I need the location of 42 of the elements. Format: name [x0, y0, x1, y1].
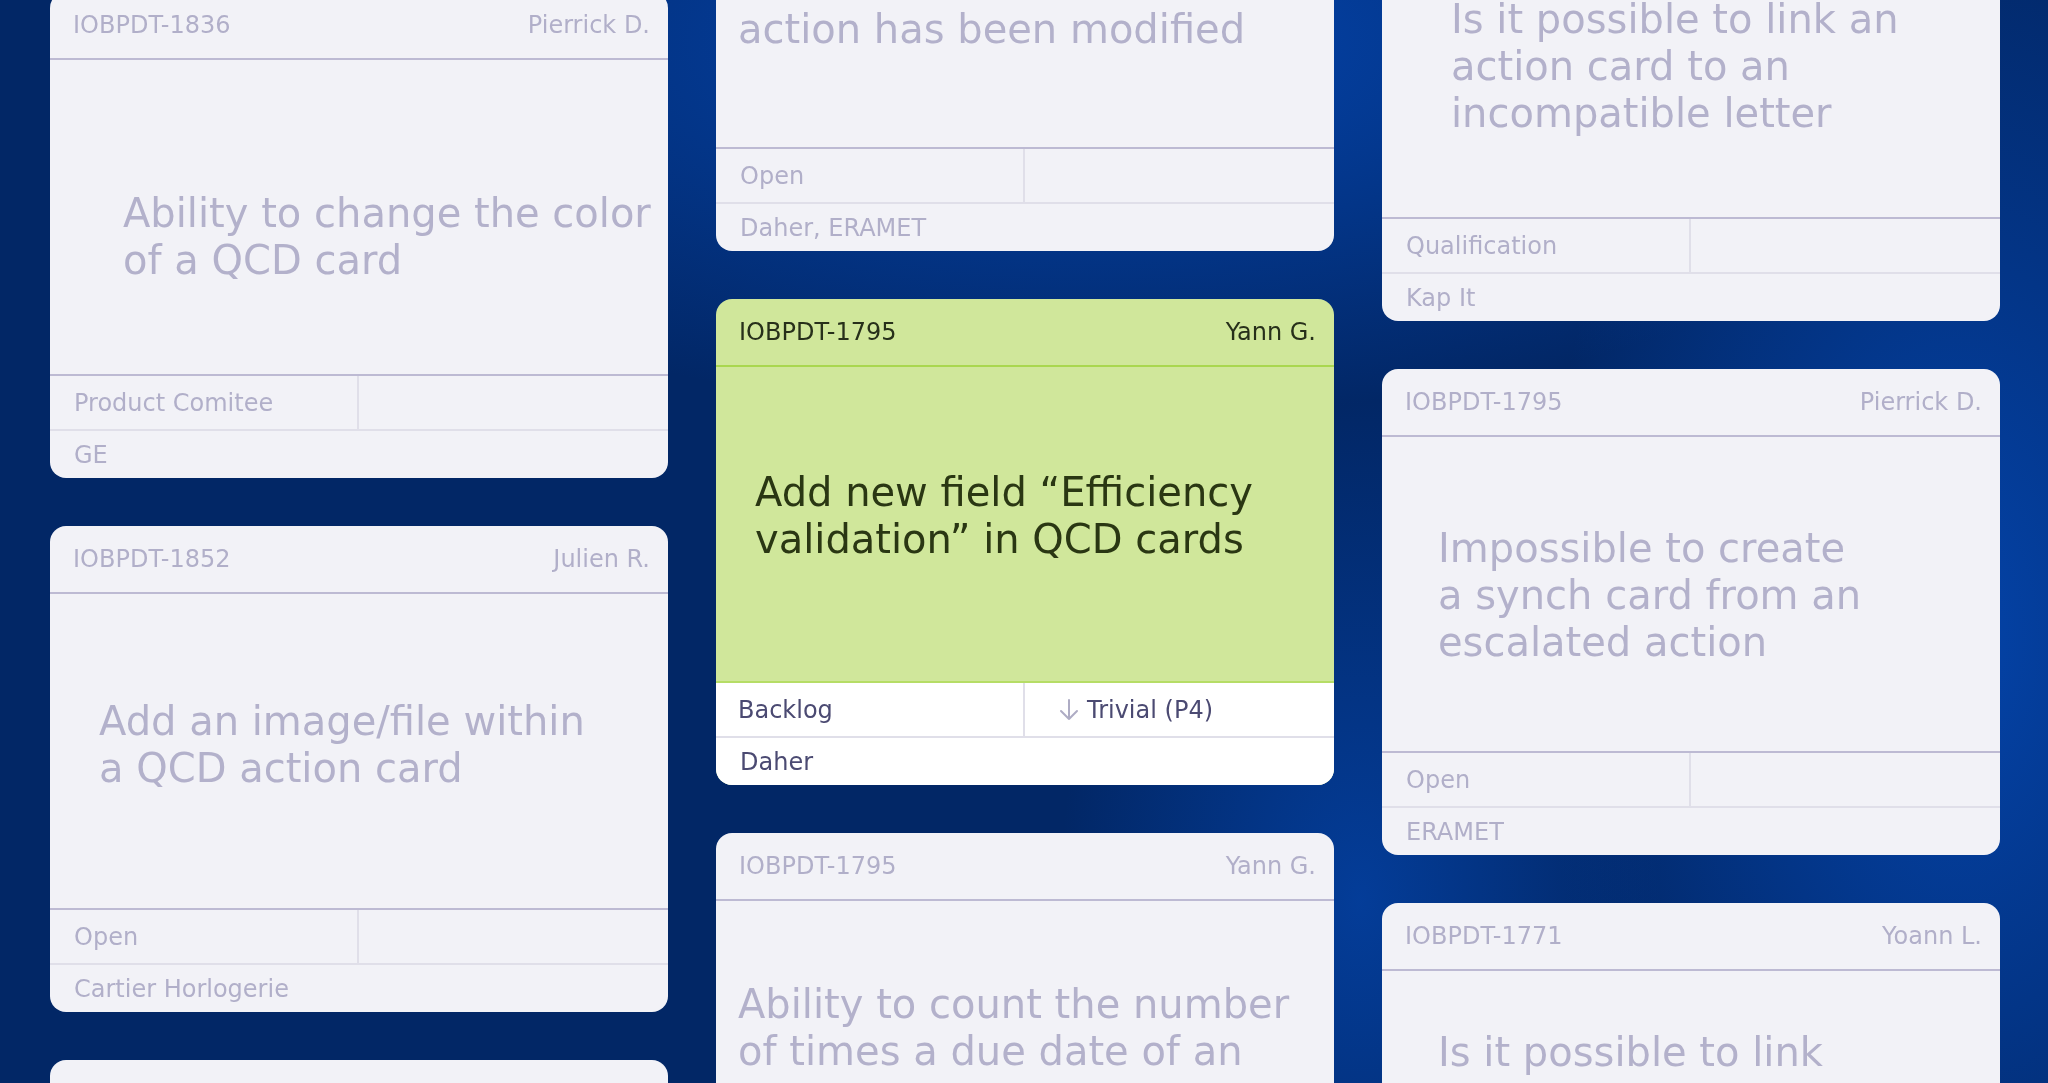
assignee-name: Pierrick D. [527, 11, 650, 39]
status-label: Qualification [1406, 231, 1558, 260]
card-title: action has been modified [738, 6, 1247, 53]
card-title: Impossible to create a synch card from an escalated action [1438, 525, 1863, 666]
assignee-name: Pierrick D. [1859, 388, 1982, 416]
card-title: Add an image/file within a QCD action card [99, 698, 586, 792]
task-card[interactable]: action has been modified Open Daher, ERAMET [716, 0, 1334, 251]
client-name: Kap It [1406, 283, 1476, 312]
card-id: IOBPDT-1771 [1405, 922, 1563, 950]
card-id: IOBPDT-1795 [1405, 388, 1563, 416]
client-name: Daher, ERAMET [740, 213, 927, 242]
task-card[interactable]: IOBPDT-1852 Julien R. Add an image/file within a QCD action card Open Cartier Horlogerie [50, 526, 668, 1012]
status-label: Backlog [738, 695, 833, 724]
card-title: Is it possible to link [1438, 1029, 1824, 1076]
client-name: GE [74, 440, 108, 469]
card-id: IOBPDT-1795 [739, 318, 897, 346]
card-title: Is it possible to link an action card to an incompatible letter [1451, 0, 1900, 137]
task-card[interactable]: IOBPDT-1795 Pierrick D. Impossible to create a synch card from an escalated action Open ERAMET [1382, 369, 2000, 855]
assignee-name: Yoann L. [1882, 922, 1982, 950]
client-name: Daher [740, 747, 814, 776]
client-name: Cartier Horlogerie [74, 974, 289, 1003]
card-id: IOBPDT-1852 [73, 545, 231, 573]
status-label: Open [1406, 765, 1471, 794]
assignee-name: Julien R. [553, 545, 650, 573]
task-card[interactable]: Is it possible to link an action card to an incompatible letter Qualification Kap It [1382, 0, 2000, 321]
task-card[interactable]: IOBPDT-1795 Yann G. Ability to count the number of times a due date of an [716, 833, 1334, 1083]
priority-label: Trivial (P4) [1087, 695, 1213, 724]
assignee-name: Yann G. [1225, 852, 1316, 880]
status-label: Open [740, 161, 805, 190]
card-title: Ability to count the number of times a due date of an [738, 981, 1291, 1075]
status-label: Product Comitee [74, 388, 274, 417]
assignee-name: Yann G. [1225, 318, 1316, 346]
arrow-down-icon [1059, 698, 1079, 721]
status-label: Open [74, 922, 139, 951]
card-id: IOBPDT-1795 [739, 852, 897, 880]
card-title: Ability to change the color of a QCD card [123, 190, 652, 284]
task-card[interactable]: IOBPDT-1771 Yoann L. Is it possible to link [1382, 903, 2000, 1083]
task-card[interactable]: IOBPDT-1795 Yann G. Add new field “Efficiency validation” in QCD cards Backlog Trivial (P4) Daher [716, 299, 1334, 785]
client-name: ERAMET [1406, 817, 1504, 846]
card-title: Add new field “Efficiency validation” in QCD cards [755, 469, 1254, 563]
task-card[interactable]: IOBPDT-1836 Pierrick D. Ability to change the color of a QCD card Product Comitee GE [50, 0, 668, 478]
card-id: IOBPDT-1836 [73, 11, 231, 39]
